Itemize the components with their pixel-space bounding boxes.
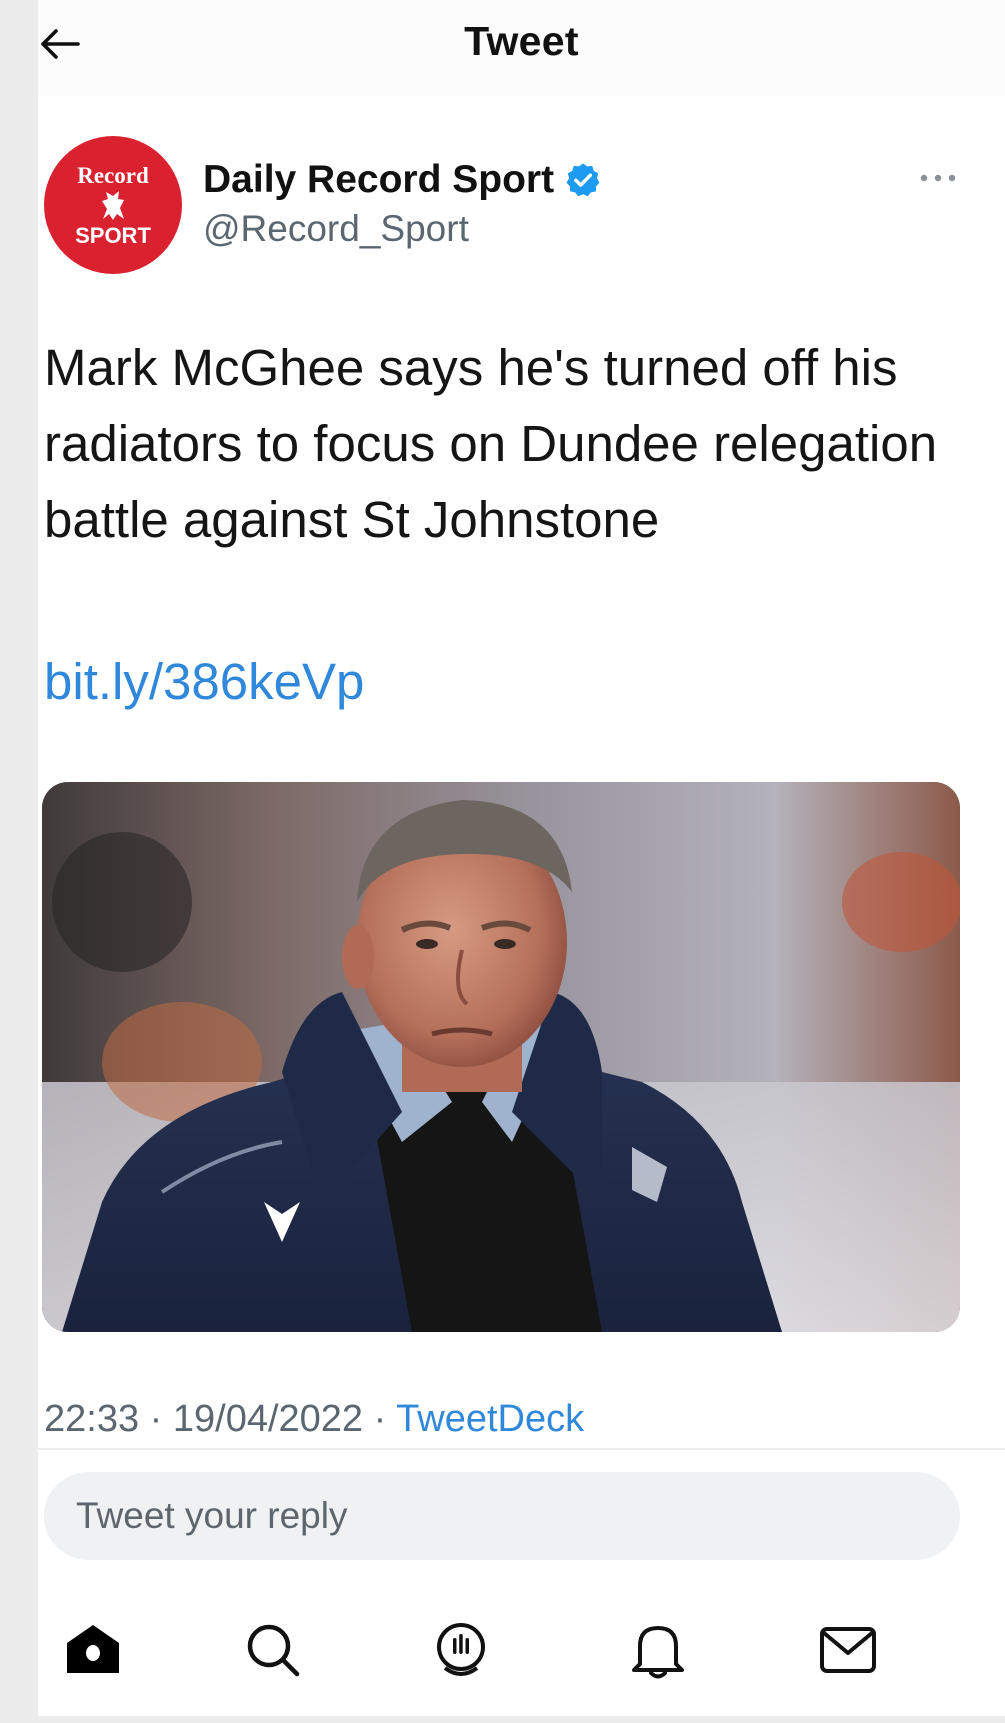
reply-input[interactable]: Tweet your reply — [44, 1472, 960, 1560]
home-icon — [67, 1625, 119, 1673]
search-icon — [247, 1624, 300, 1677]
author-name-row[interactable]: Daily Record Sport — [203, 158, 602, 202]
nav-spaces[interactable] — [421, 1610, 501, 1690]
tweet-link[interactable]: bit.ly/386keVp — [44, 652, 364, 711]
verified-badge-icon — [566, 163, 600, 197]
avatar[interactable]: Record SPORT — [44, 136, 182, 274]
nav-messages[interactable] — [808, 1610, 888, 1690]
more-dots-icon — [920, 174, 956, 182]
spaces-icon — [437, 1623, 485, 1676]
bottom-navigation — [38, 1600, 1005, 1716]
tweet-source-link[interactable]: TweetDeck — [396, 1398, 584, 1440]
tweet-time: 22:33 — [44, 1398, 140, 1440]
notifications-bell-icon — [632, 1626, 684, 1679]
nav-home[interactable] — [53, 1610, 133, 1690]
tweet-text: Mark McGhee says he's turned off his rad… — [44, 339, 938, 548]
more-options-button[interactable] — [910, 160, 966, 196]
reply-placeholder: Tweet your reply — [76, 1495, 348, 1536]
author-name[interactable]: Daily Record Sport — [203, 158, 554, 202]
top-bar: Tweet — [38, 0, 1005, 96]
tweet-photo[interactable] — [42, 782, 960, 1332]
lion-crest-icon — [102, 190, 124, 220]
nav-notifications[interactable] — [618, 1610, 698, 1690]
page-title: Tweet — [464, 18, 579, 64]
nav-search[interactable] — [233, 1610, 313, 1690]
avatar-logo-top: Record — [77, 162, 149, 188]
author-handle[interactable]: @Record_Sport — [203, 208, 469, 250]
tweet-date: 19/04/2022 — [172, 1398, 364, 1440]
messages-envelope-icon — [820, 1627, 876, 1673]
tweet-detail-screen: Tweet Record SPORT Daily Record Sport @R… — [38, 0, 1005, 1716]
photo-man-in-coat — [42, 782, 960, 1332]
divider — [38, 1448, 1005, 1450]
meta-separator: · — [373, 1398, 387, 1440]
tweet-meta: 22:33 · 19/04/2022 · TweetDeck — [44, 1398, 584, 1441]
meta-separator: · — [149, 1398, 163, 1440]
avatar-logo-bottom: SPORT — [75, 222, 151, 248]
